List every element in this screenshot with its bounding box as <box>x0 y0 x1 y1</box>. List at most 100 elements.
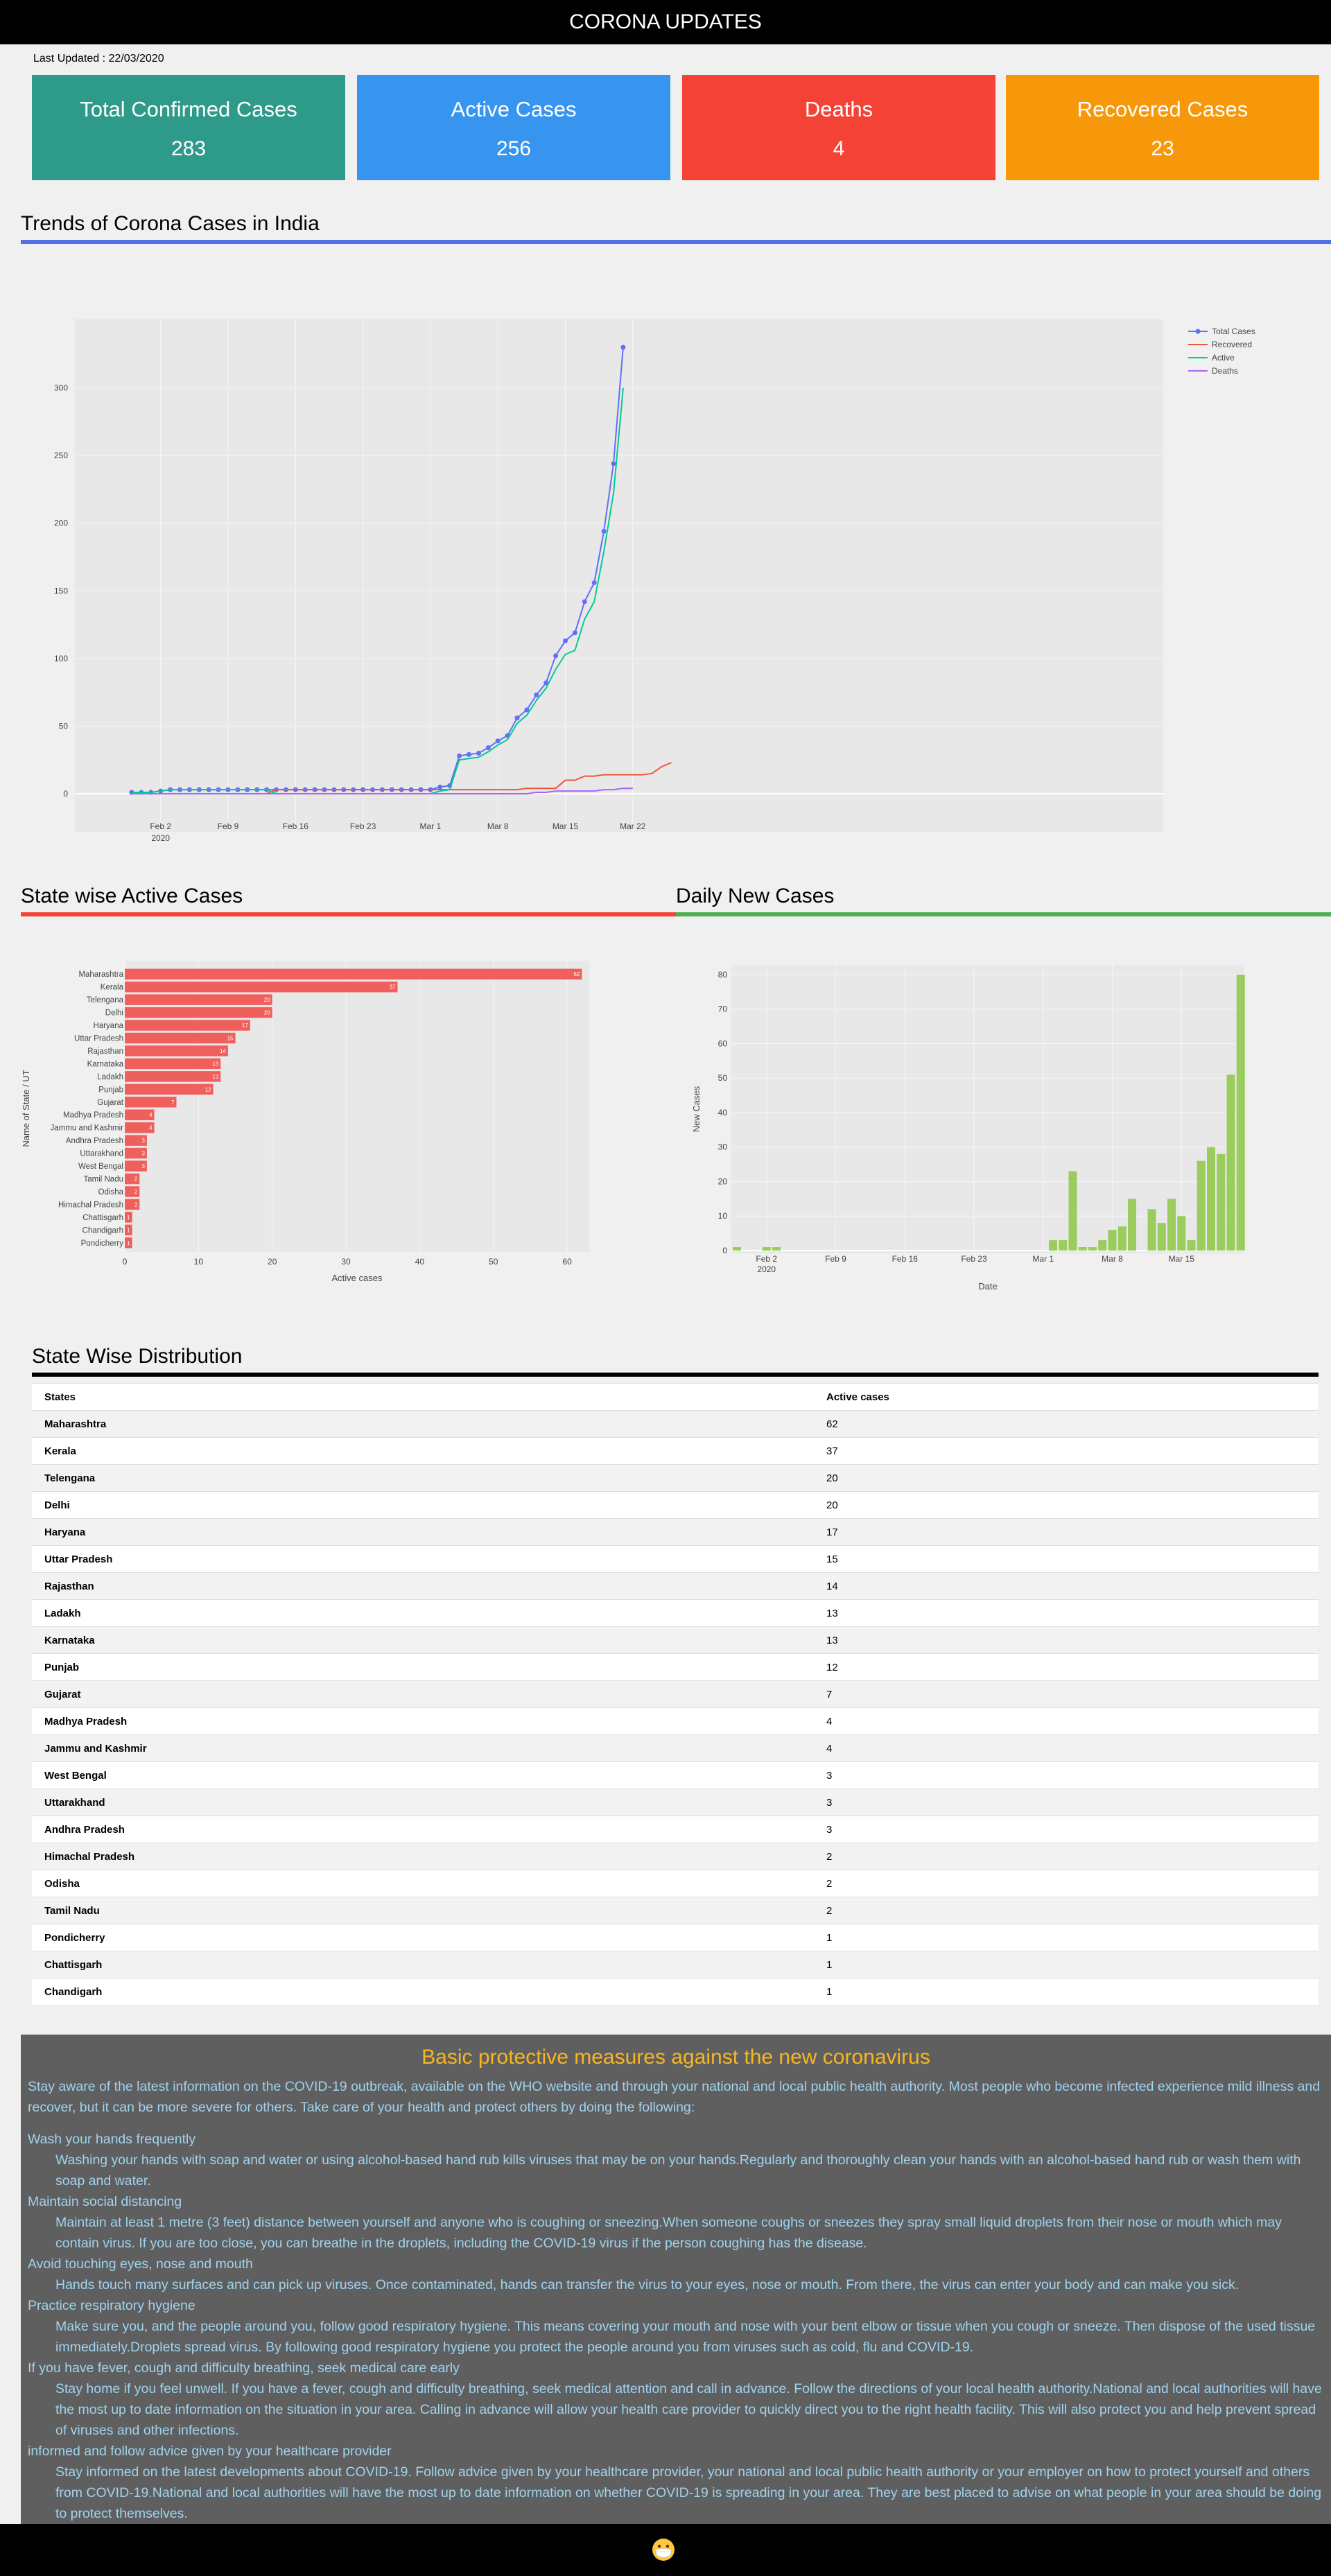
footer-bar <box>0 2524 1331 2576</box>
y-tick-label: West Bengal <box>78 1163 123 1171</box>
x-tick-label: Mar 1 <box>420 821 442 831</box>
daily-bar <box>1049 1240 1057 1251</box>
state-name-cell: Pondicherry <box>32 1924 814 1951</box>
column-header-active-cases: Active cases <box>814 1383 1319 1411</box>
card-label: Active Cases <box>451 97 577 121</box>
data-point <box>591 580 597 586</box>
x-tick-label: Feb 23 <box>961 1254 987 1264</box>
y-tick-label: 0 <box>722 1246 727 1255</box>
active-cases-cell: 1 <box>814 1951 1319 1978</box>
y-tick-label: 100 <box>54 654 68 663</box>
daily-bar <box>1147 1209 1156 1251</box>
table-row: Pondicherry 1 <box>32 1924 1319 1951</box>
advice-item-text: Maintain at least 1 metre (3 feet) dista… <box>55 2215 1282 2251</box>
state-name-cell: Jammu and Kashmir <box>32 1734 814 1762</box>
x-tick-label: Mar 15 <box>553 821 579 831</box>
x-tick-label: Feb 2 <box>150 821 171 831</box>
y-tick-label: Ladakh <box>97 1073 123 1081</box>
advice-item-heading: Practice respiratory hygiene <box>28 2298 195 2313</box>
daily-bar <box>1078 1247 1087 1251</box>
y-tick-label: 40 <box>718 1108 728 1117</box>
advice-item-text: Stay informed on the latest developments… <box>55 2464 1322 2521</box>
state-name-cell: Gujarat <box>32 1680 814 1708</box>
advice-item-text: Washing your hands with soap and water o… <box>55 2152 1301 2188</box>
daily-bar <box>1207 1147 1215 1251</box>
table-row: Uttar Pradesh 15 <box>32 1545 1319 1573</box>
state-name-cell: Uttarakhand <box>32 1789 814 1816</box>
advice-item-heading: If you have fever, cough and difficulty … <box>28 2360 460 2376</box>
active-cases-cell: 3 <box>814 1761 1319 1789</box>
bar-value-label: 4 <box>149 1112 153 1118</box>
active-cases-cell: 2 <box>814 1897 1319 1924</box>
data-point <box>620 345 626 350</box>
y-tick-label: Telengana <box>87 996 124 1004</box>
state-name-cell: Rajasthan <box>32 1572 814 1600</box>
x-tick-label: Feb 9 <box>825 1254 846 1264</box>
state-active-underline <box>21 912 676 916</box>
data-point <box>582 599 587 604</box>
advice-item-heading: Maintain social distancing <box>28 2194 182 2209</box>
daily-new-underline <box>676 912 1331 916</box>
state-active-title: State wise Active Cases <box>21 885 243 907</box>
y-tick-label: 50 <box>718 1073 728 1083</box>
advice-title: Basic protective measures against the ne… <box>421 2046 930 2069</box>
daily-bar <box>1068 1171 1077 1251</box>
data-point <box>553 653 559 659</box>
state-name-cell: Telengana <box>32 1464 814 1492</box>
data-point <box>572 630 577 636</box>
advice-item-heading: Wash your hands frequently <box>28 2132 196 2147</box>
state-name-cell: Haryana <box>32 1518 814 1546</box>
state-name-cell: Madhya Pradesh <box>32 1707 814 1735</box>
x-tick-label: Feb 9 <box>218 821 239 831</box>
data-point <box>563 638 568 643</box>
table-row: Uttarakhand 3 <box>32 1789 1319 1816</box>
y-tick-label: Chattisgarh <box>82 1214 123 1222</box>
card-value: 256 <box>496 137 532 160</box>
active-cases-cell: 2 <box>814 1843 1319 1870</box>
state-name-cell: Chandigarh <box>32 1978 814 2005</box>
card-label: Total Confirmed Cases <box>80 97 297 121</box>
active-cases-cell: 17 <box>814 1518 1319 1546</box>
header-bar: CORONA UPDATES <box>0 0 1331 44</box>
y-tick-label: 10 <box>718 1211 728 1221</box>
bar-value-label: 3 <box>141 1151 145 1157</box>
active-cases-cell: 14 <box>814 1572 1319 1600</box>
state-name-cell: Kerala <box>32 1437 814 1465</box>
daily-bar <box>762 1247 771 1251</box>
table-row: Delhi 20 <box>32 1491 1319 1519</box>
y-axis-title: Name of State / UT <box>21 1070 31 1147</box>
trends-underline <box>21 240 1331 244</box>
daily-bar <box>1088 1247 1097 1251</box>
x-tick-label: 40 <box>415 1257 425 1267</box>
y-tick-label: Pondicherry <box>81 1239 124 1248</box>
daily-new-bar-chart: 0 10 20 30 40 50 60 70 80 Feb 22020 Feb 9 Feb 16 Feb… <box>691 965 1245 1291</box>
bar-value-label: 2 <box>134 1176 138 1183</box>
advice-item-text: Hands touch many surfaces and can pick u… <box>55 2277 1239 2292</box>
active-cases-cell: 3 <box>814 1816 1319 1843</box>
bar-value-label: 15 <box>227 1036 234 1042</box>
daily-bar <box>1217 1154 1226 1251</box>
state-name-cell: West Bengal <box>32 1761 814 1789</box>
state-name-cell: Chattisgarh <box>32 1951 814 1978</box>
data-point <box>437 784 443 790</box>
x-tick-label: Mar 8 <box>1102 1254 1123 1264</box>
distribution-title: State Wise Distribution <box>32 1345 243 1368</box>
table-row: Gujarat 7 <box>32 1680 1319 1708</box>
bar-value-label: 7 <box>171 1099 175 1106</box>
x-tick-label: Feb 16 <box>283 821 309 831</box>
y-tick-label: Maharashtra <box>78 971 123 979</box>
y-tick-label: 0 <box>63 789 68 799</box>
y-tick-label: Tamil Nadu <box>83 1176 123 1184</box>
legend-label: Total Cases <box>1212 327 1255 336</box>
table-row: Rajasthan 14 <box>32 1572 1319 1600</box>
y-tick-label: 300 <box>54 383 68 393</box>
y-tick-label: Chandigarh <box>82 1226 123 1235</box>
bar-kerala <box>125 981 398 993</box>
state-active-bar-chart: 0 10 20 30 40 50 60Maharashtra 62Kerala 37Teleng… <box>21 961 589 1283</box>
data-point <box>495 738 501 744</box>
active-cases-cell: 4 <box>814 1707 1319 1735</box>
legend-label: Deaths <box>1212 366 1238 376</box>
table-row: West Bengal 3 <box>32 1761 1319 1789</box>
x-tick-label: 20 <box>268 1257 277 1267</box>
bar-haryana <box>125 1020 250 1031</box>
